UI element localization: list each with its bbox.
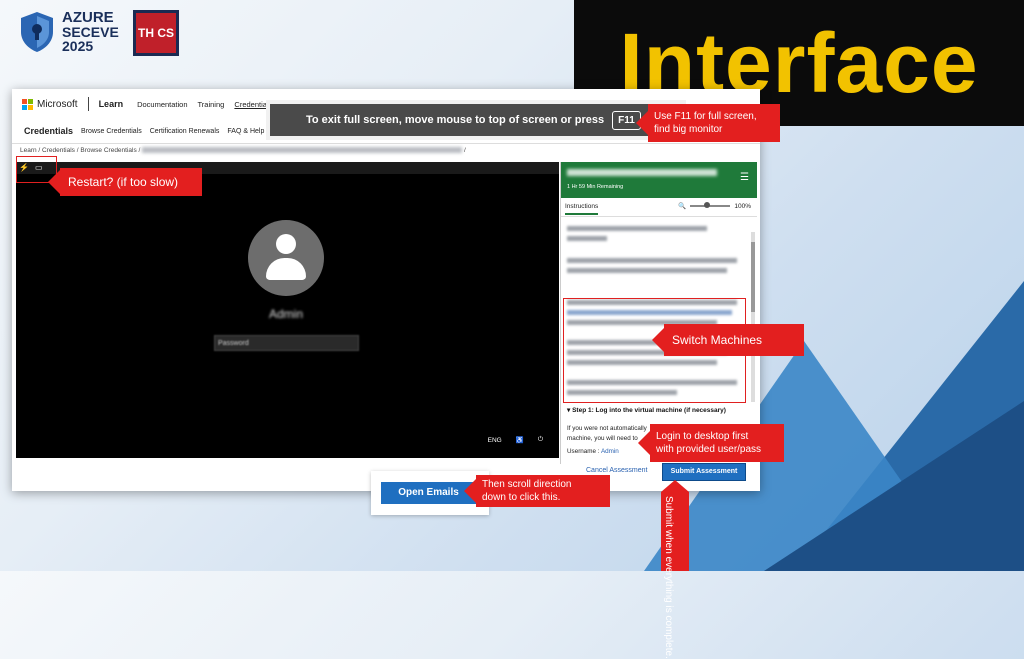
azure-seceve-logo: AZURE SECEVE 2025	[18, 10, 119, 54]
callout-login: Login to desktop first with provided user…	[638, 424, 784, 462]
vm-password-field[interactable]: Password	[214, 335, 359, 351]
user-avatar-icon	[248, 220, 324, 296]
blurred-text	[567, 226, 707, 231]
crumb-learn[interactable]: Learn	[20, 147, 37, 154]
learn-label[interactable]: Learn	[99, 99, 124, 109]
logo-line-year: 2025	[62, 38, 94, 54]
thcs-logo: TH CS	[133, 10, 179, 56]
shield-lock-icon	[21, 12, 53, 52]
zoom-slider[interactable]	[690, 202, 731, 208]
credentials-title[interactable]: Credentials	[24, 126, 73, 136]
language-indicator[interactable]: ENG	[488, 437, 502, 444]
vm-tray: ENG ♿ ⏻	[488, 436, 543, 444]
microsoft-logo[interactable]: Microsoft	[22, 98, 78, 110]
zoom-level: 100%	[734, 202, 751, 210]
step-1-heading[interactable]: ▾ Step 1: Log into the virtual machine (…	[567, 406, 726, 414]
power-icon[interactable]: ⏻	[538, 436, 543, 444]
panel-header: 1 Hr 59 Min Remaining ☰	[561, 162, 757, 198]
nav-browse-credentials[interactable]: Browse Credentials	[81, 128, 142, 135]
blurred-text	[567, 258, 737, 263]
breadcrumb: Learn / Credentials / Browse Credentials…	[20, 147, 466, 154]
decor-triangle-front	[764, 401, 1024, 571]
crumb-credentials[interactable]: Credentials	[42, 147, 75, 154]
logo-line-azure: AZURE	[62, 9, 114, 26]
blurred-text	[567, 268, 727, 273]
microsoft-squares-icon	[22, 98, 33, 110]
callout-submit: Submit when everything is complete.	[661, 480, 689, 659]
nav-training[interactable]: Training	[197, 100, 224, 109]
header-divider	[87, 97, 89, 111]
username-value[interactable]: Admin	[601, 448, 619, 455]
panel-scrollbar[interactable]	[751, 232, 755, 402]
nav-certification-renewals[interactable]: Certification Renewals	[150, 128, 220, 135]
callout-f11: Use F11 for full screen, find big monitor	[636, 104, 780, 142]
logo-line-seceve: SECEVE	[62, 24, 119, 40]
virtual-machine-screen[interactable]: ⚡ ▭ Admin Password ENG ♿ ⏻	[16, 162, 559, 458]
hamburger-menu-icon[interactable]: ☰	[740, 172, 749, 183]
callout-switch-machines: Switch Machines	[652, 324, 804, 356]
lab-title-blurred	[567, 169, 717, 176]
nav-documentation[interactable]: Documentation	[137, 100, 187, 109]
magnifier-icon: 🔍	[678, 203, 687, 210]
vm-username: Admin	[268, 307, 303, 321]
time-remaining: 1 Hr 59 Min Remaining	[567, 184, 624, 190]
tab-instructions[interactable]: Instructions	[565, 203, 599, 215]
username-row: Username : Admin	[567, 448, 619, 455]
callout-scroll: Then scroll direction down to click this.	[464, 475, 610, 507]
crumb-blurred	[142, 147, 463, 154]
submit-assessment-button[interactable]: Submit Assessment	[662, 463, 746, 481]
fullscreen-notice: To exit full screen, move mouse to top o…	[266, 100, 686, 140]
microsoft-label: Microsoft	[37, 98, 78, 110]
nav-faq-help[interactable]: FAQ & Help	[227, 128, 264, 135]
cancel-assessment-link[interactable]: Cancel Assessment	[586, 467, 647, 474]
crumb-browse[interactable]: Browse Credentials	[80, 147, 136, 154]
open-emails-button[interactable]: Open Emails	[381, 482, 476, 504]
blurred-text	[567, 236, 607, 241]
fullscreen-message: To exit full screen, move mouse to top o…	[306, 114, 605, 126]
callout-restart: Restart? (if too slow)	[48, 168, 202, 196]
accessibility-icon[interactable]: ♿	[516, 436, 524, 444]
